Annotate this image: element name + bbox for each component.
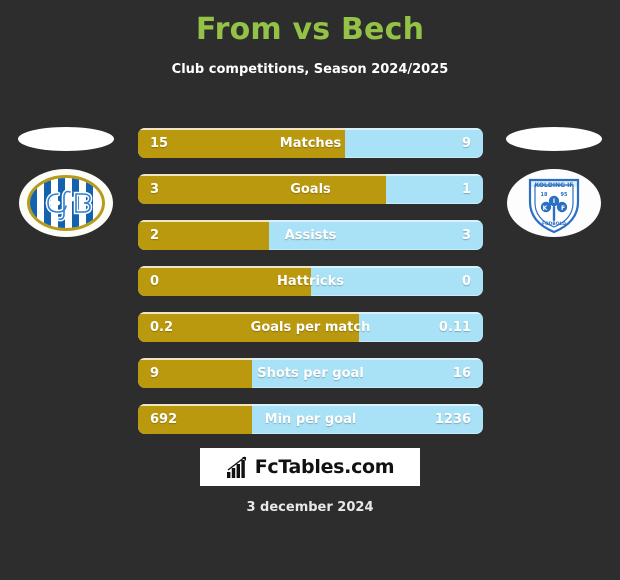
- efb-crest-icon: [19, 169, 113, 237]
- svg-text:KOLDING IF: KOLDING IF: [535, 182, 574, 189]
- svg-text:F: F: [561, 205, 565, 212]
- svg-text:K: K: [543, 205, 548, 212]
- stat-label-assists: Assists: [284, 228, 337, 243]
- svg-text:95: 95: [561, 192, 568, 198]
- stat-label-goals-per-match: Goals per match: [250, 320, 371, 335]
- page-subtitle: Club competitions, Season 2024/2025: [171, 62, 449, 77]
- away-team-crest: KOLDING IF 18 95 K I F FODBOLD: [506, 168, 602, 238]
- decorative-ellipse-left: [18, 127, 114, 151]
- decorative-ellipse-right: [506, 127, 602, 151]
- stat-row-min-per-goal: 692 Min per goal 1236: [138, 404, 483, 434]
- svg-text:I: I: [553, 198, 555, 205]
- stat-row-assists: 2 Assists 3: [138, 220, 483, 250]
- footer-date: 3 december 2024: [246, 500, 374, 515]
- fctables-logo[interactable]: FcTables.com: [200, 448, 420, 486]
- away-value-goals: 1: [461, 182, 471, 197]
- stat-row-matches: 15 Matches 9: [138, 128, 483, 158]
- page-title: From vs Bech: [195, 12, 425, 47]
- stat-row-hattricks: 0 Hattricks 0: [138, 266, 483, 296]
- away-value-shots-per-goal: 16: [452, 366, 471, 381]
- stat-row-goals: 3 Goals 1: [138, 174, 483, 204]
- stat-label-hattricks: Hattricks: [276, 274, 345, 289]
- stat-label-matches: Matches: [279, 136, 342, 151]
- infographic-root: From vs Bech Club competitions, Season 2…: [0, 0, 620, 580]
- bar-chart-icon: [226, 456, 246, 478]
- stat-row-goals-per-match: 0.2 Goals per match 0.11: [138, 312, 483, 342]
- away-value-goals-per-match: 0.11: [438, 320, 471, 335]
- stat-label-goals: Goals: [290, 182, 331, 197]
- away-value-hattricks: 0: [461, 274, 471, 289]
- away-value-matches: 9: [461, 136, 471, 151]
- away-value-assists: 3: [461, 228, 471, 243]
- logo-inner: FcTables.com: [226, 455, 395, 479]
- svg-text:FODBOLD: FODBOLD: [542, 221, 566, 227]
- kolding-if-crest-icon: KOLDING IF 18 95 K I F FODBOLD: [507, 169, 601, 237]
- stats-comparison-chart: 15 Matches 9 3 Goals 1 2 Assists 3 0 Hat…: [138, 128, 483, 450]
- stat-label-shots-per-goal: Shots per goal: [257, 366, 364, 381]
- away-value-min-per-goal: 1236: [434, 412, 471, 427]
- home-team-crest: [18, 168, 114, 238]
- svg-text:18: 18: [541, 192, 548, 198]
- logo-text: FcTables.com: [254, 456, 395, 478]
- stat-label-min-per-goal: Min per goal: [264, 412, 357, 427]
- stat-row-shots-per-goal: 9 Shots per goal 16: [138, 358, 483, 388]
